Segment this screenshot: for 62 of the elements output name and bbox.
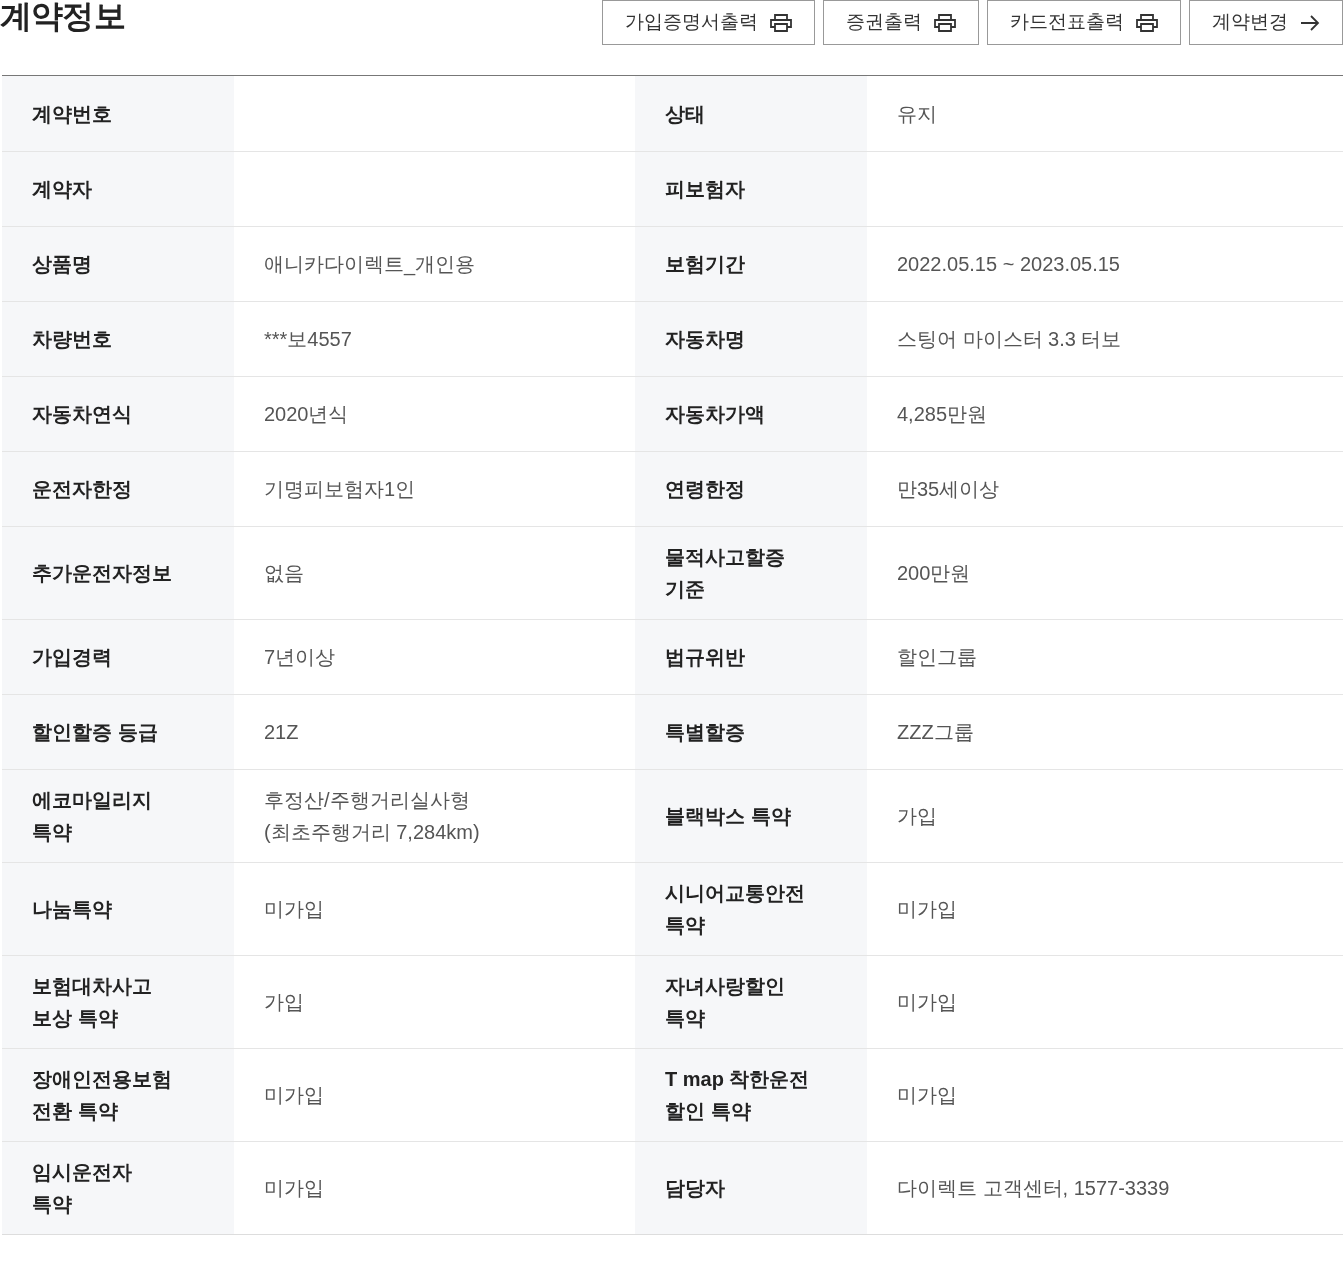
printer-icon [770, 13, 792, 32]
field-label: 상태 [665, 101, 705, 127]
field-value: 미가입 [897, 897, 957, 922]
field-value: 없음 [264, 561, 304, 586]
field-label: 할인할증 등급 [32, 720, 158, 745]
field-value: 21Z [264, 720, 299, 745]
field-label: 시니어교통안전 특약 [665, 881, 805, 938]
field-value: 만35세이상 [897, 477, 1000, 502]
field-label: 추가운전자정보 [32, 561, 172, 586]
field-value: 미가입 [897, 1083, 957, 1108]
field-value: 2020년식 [264, 402, 349, 427]
field-value: ***보4557 [264, 327, 352, 352]
field-label: 장애인전용보험 전환 특약 [32, 1067, 172, 1124]
field-value: 할인그룹 [897, 645, 977, 670]
page-title: 계약정보 [0, 0, 125, 32]
header-button[interactable]: 계약변경 [1189, 0, 1343, 45]
field-label: 법규위반 [665, 645, 745, 670]
field-label: 계약자 [32, 177, 92, 202]
field-label: 자동차연식 [32, 402, 132, 427]
field-value: 7년이상 [264, 645, 336, 670]
field-label: 연령한정 [665, 477, 745, 502]
field-label: 블랙박스 특약 [665, 804, 791, 829]
field-label: 특별할증 [665, 720, 745, 745]
field-value: 가입 [264, 990, 304, 1015]
field-value: 200만원 [897, 561, 971, 586]
printer-icon [934, 13, 956, 32]
field-label: 자동차명 [665, 327, 745, 352]
field-value: 4,285만원 [897, 402, 988, 427]
printer-icon [1136, 13, 1158, 32]
header-button[interactable]: 증권출력 [823, 0, 979, 45]
field-value: 다이렉트 고객센터, 1577-3339 [897, 1176, 1170, 1201]
field-value: 미가입 [897, 990, 957, 1015]
field-label: 상품명 [32, 252, 92, 277]
field-value: 2022.05.15 ~ 2023.05.15 [897, 252, 1120, 277]
field-label: T map 착한운전 할인 특약 [665, 1067, 810, 1124]
header-button[interactable]: 가입증명서출력 [602, 0, 815, 45]
field-label: 자동차가액 [665, 402, 765, 427]
field-value: 미가입 [264, 897, 324, 922]
field-value: 가입 [897, 804, 937, 829]
field-label: 차량번호 [32, 327, 112, 352]
header-button[interactable]: 카드전표출력 [987, 0, 1181, 45]
field-value: 기명피보험자1인 [264, 477, 416, 502]
field-value: ZZZ그룹 [897, 720, 974, 745]
field-value: 후정산/주행거리실사형 (최초주행거리 7,284km) [264, 788, 480, 845]
field-label: 보험기간 [665, 252, 745, 277]
field-label: 운전자한정 [32, 477, 132, 502]
field-value: 애니카다이렉트_개인용 [264, 252, 476, 278]
field-label: 보험대차사고 보상 특약 [32, 974, 152, 1031]
field-value: 유지 [897, 101, 937, 127]
field-label: 담당자 [665, 1176, 725, 1201]
field-label: 물적사고할증 기준 [665, 545, 785, 602]
field-label: 계약번호 [32, 101, 112, 127]
field-value: 미가입 [264, 1083, 324, 1108]
field-label: 자녀사랑할인 특약 [665, 974, 785, 1031]
arrow-right-icon [1300, 14, 1320, 31]
field-value: 미가입 [264, 1176, 324, 1201]
field-label: 임시운전자 특약 [32, 1160, 132, 1217]
field-label: 가입경력 [32, 645, 112, 670]
field-label: 피보험자 [665, 177, 745, 202]
field-label: 나눔특약 [32, 897, 112, 922]
field-value: 스팅어 마이스터 3.3 터보 [897, 327, 1122, 352]
field-label: 에코마일리지 특약 [32, 788, 152, 845]
